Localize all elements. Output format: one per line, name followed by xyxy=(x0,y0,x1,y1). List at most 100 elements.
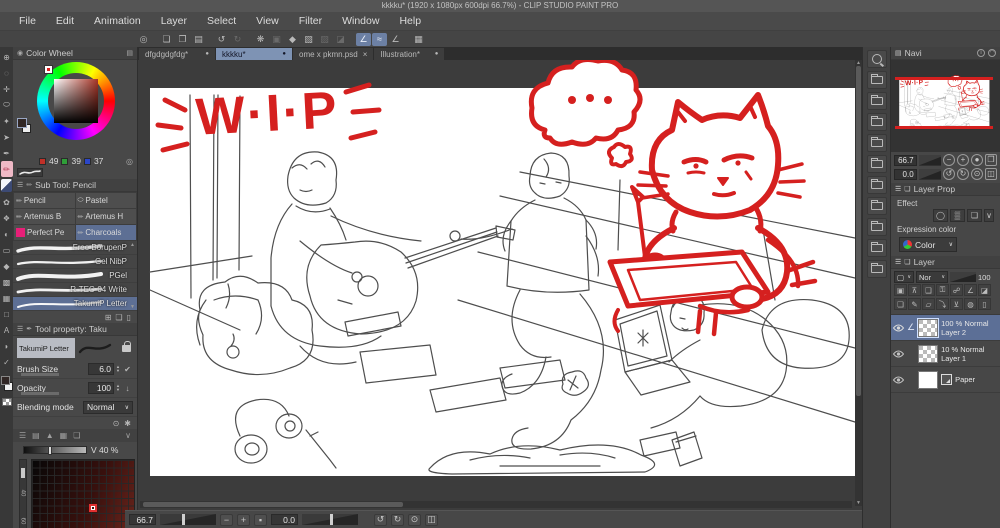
layer-color-effect-icon[interactable]: ❏ xyxy=(967,209,982,222)
canvas-v-scrollbar[interactable]: ▲ ▼ xyxy=(855,60,862,506)
decoration-tool-icon[interactable]: ❖ xyxy=(1,210,13,226)
nav-zoom-out-icon[interactable]: − xyxy=(943,154,955,166)
group-artemus-h[interactable]: ✏ Artemus H xyxy=(75,209,136,224)
opacity-dynamics-icon[interactable]: ↓ xyxy=(122,384,133,393)
canvas-h-scrollbar[interactable] xyxy=(140,501,852,508)
operation-tool-icon[interactable]: ➤ xyxy=(1,129,13,145)
opacity-minislider[interactable] xyxy=(21,392,59,395)
layer-thumbnail[interactable] xyxy=(917,317,940,338)
blend-mode-combo[interactable]: Nor ∨ xyxy=(916,271,948,283)
vertical-axis-slider[interactable]: 40 60 xyxy=(19,459,27,528)
group-pencil[interactable]: ✏ Pencil xyxy=(14,193,75,208)
status-rotation-field[interactable]: 0.0 xyxy=(271,514,298,525)
material-manga-folder-icon[interactable] xyxy=(866,134,887,152)
zoom-tool-icon[interactable]: ⊕ xyxy=(1,49,13,65)
color-wheel[interactable] xyxy=(13,60,137,155)
new-vector-layer-icon[interactable]: ✎ xyxy=(908,298,921,310)
nav-reset-rotation-icon[interactable]: ⊙ xyxy=(971,168,983,180)
zoom-slider-thumb[interactable] xyxy=(182,514,185,525)
nav-flip-icon[interactable]: ◫ xyxy=(985,168,997,180)
tool-property-header[interactable]: ☰ ✒ Tool property: Taku xyxy=(13,323,137,336)
colorset-more-icon[interactable]: ∨ xyxy=(125,431,131,440)
effect-more-icon[interactable]: ∨ xyxy=(984,209,994,222)
scroll-up-icon[interactable]: ▲ xyxy=(855,60,862,66)
wheel-main-color-chip[interactable] xyxy=(17,118,27,128)
scroll-down-icon[interactable]: ▼ xyxy=(130,304,135,310)
navigator-header[interactable]: ▤ Navi i ◠ xyxy=(891,47,1000,60)
subview-icon[interactable]: ◠ xyxy=(988,49,996,57)
panel-menu-icon[interactable]: ☰ xyxy=(895,258,901,266)
duplicate-subtool-icon[interactable]: ❏ xyxy=(115,313,122,322)
panel-menu-icon[interactable]: ▤ xyxy=(895,49,902,57)
layer-mask-icon[interactable]: ◍ xyxy=(964,298,977,310)
layer-row-layer1[interactable]: ∠ 10 % Normal Layer 1 xyxy=(891,341,1000,367)
layer-panel-header[interactable]: ☰ ❏ Layer xyxy=(891,256,1000,269)
reset-rotation-icon[interactable]: ⊙ xyxy=(408,513,421,526)
vertical-axis-thumb[interactable] xyxy=(21,468,25,478)
material-all-folder-icon[interactable] xyxy=(866,71,887,89)
blend-tool-icon[interactable]: ◐ xyxy=(1,226,13,242)
navigator-thumbnail[interactable] xyxy=(891,60,1000,152)
navigator-rotation-slider[interactable] xyxy=(918,168,941,180)
balloon-tool-icon[interactable]: ◗ xyxy=(1,338,13,354)
blending-mode-dropdown[interactable]: Normal ∨ xyxy=(83,400,133,414)
tab-kkkku[interactable]: kkkku* ● xyxy=(216,48,292,60)
layer-property-header[interactable]: ☰ ❏ Layer Prop xyxy=(891,183,1000,196)
text-tool-icon[interactable]: A xyxy=(1,322,13,338)
menu-select[interactable]: Select xyxy=(198,15,245,27)
brush-size-row[interactable]: Brush Size 6.0 ▲ ▼ ✔ xyxy=(13,360,137,379)
quick-access-icon[interactable] xyxy=(866,50,887,68)
transfer-down-icon[interactable]: ⤵ xyxy=(936,298,949,310)
material-download-folder-icon[interactable] xyxy=(866,239,887,257)
stroke-preview-chip[interactable] xyxy=(17,168,43,177)
border-effect-icon[interactable]: ◯ xyxy=(933,209,948,222)
material-primitive-folder-icon[interactable] xyxy=(866,218,887,236)
status-zoom-field[interactable]: 66.7 xyxy=(129,514,156,525)
saturation-value-box[interactable] xyxy=(54,79,98,123)
frame-border-tool-icon[interactable]: ▦ xyxy=(1,290,13,306)
fit-to-screen-icon[interactable]: ▪ xyxy=(254,513,267,526)
layer-row-layer2[interactable]: ∠ 100 % Normal Layer 2 xyxy=(891,315,1000,341)
pencil-tool-icon[interactable]: ✏ xyxy=(0,161,13,177)
menu-animation[interactable]: Animation xyxy=(85,15,150,27)
menu-view[interactable]: View xyxy=(247,15,288,27)
hue-marker[interactable] xyxy=(44,65,53,74)
lock-layer-icon[interactable]: ⊼ xyxy=(908,284,921,296)
panel-menu-icon[interactable]: ☰ xyxy=(17,325,23,333)
menu-help[interactable]: Help xyxy=(390,15,430,27)
layer-type-combo[interactable]: ▢ ∨ xyxy=(894,271,914,283)
material-pose-folder-icon[interactable] xyxy=(866,197,887,215)
snap-grid-icon[interactable]: ∠ xyxy=(388,33,403,46)
nav-actual-size-icon[interactable]: ❐ xyxy=(985,154,997,166)
navigator-zoom-field[interactable]: 66.7 xyxy=(894,154,917,166)
clip-studio-icon[interactable]: ◎ xyxy=(136,33,151,46)
lock-transparent-icon[interactable]: ▣ xyxy=(894,284,907,296)
add-subtool-icon[interactable]: ⊞ xyxy=(105,313,112,322)
scroll-down-icon[interactable]: ▼ xyxy=(855,500,862,506)
gradient-tool-icon[interactable]: ▩ xyxy=(1,274,13,290)
menu-layer[interactable]: Layer xyxy=(152,15,196,27)
brush-tool-icon[interactable] xyxy=(1,179,12,192)
group-artemus-b[interactable]: ✏ Artemus B xyxy=(14,209,75,224)
info-icon[interactable]: i xyxy=(977,49,985,57)
brush-size-minislider[interactable] xyxy=(21,373,59,376)
material-color-pattern-folder-icon[interactable] xyxy=(866,92,887,110)
reference-layer-icon[interactable]: ☍ xyxy=(950,284,963,296)
pen-tool-icon[interactable]: ✒ xyxy=(1,145,13,161)
scroll-up-icon[interactable]: ▲ xyxy=(130,242,135,248)
group-perfect-pe[interactable]: Perfect Pe xyxy=(14,225,75,240)
canvas-artwork[interactable]: W·I·P xyxy=(138,60,862,510)
value-slider-thumb[interactable] xyxy=(47,446,52,455)
opacity-stepper[interactable]: ▲ ▼ xyxy=(116,384,120,392)
delete-layer-icon[interactable]: ▯ xyxy=(978,298,991,310)
menu-edit[interactable]: Edit xyxy=(47,15,83,27)
lock-icon[interactable] xyxy=(122,340,131,352)
redo-icon[interactable]: ↻ xyxy=(230,33,245,46)
zoom-in-icon[interactable]: + xyxy=(237,513,250,526)
clip-to-layer-icon[interactable]: ❑ xyxy=(922,284,935,296)
color-set-header[interactable]: ☰ ▤ ▲ ▦ ❏ ∨ xyxy=(13,429,137,442)
h-scroll-thumb[interactable] xyxy=(143,502,403,507)
snap-ruler-icon[interactable]: ∠ xyxy=(356,32,371,46)
layer-thumbnail[interactable] xyxy=(918,344,939,363)
select-again-icon[interactable]: ▣ xyxy=(269,33,284,46)
